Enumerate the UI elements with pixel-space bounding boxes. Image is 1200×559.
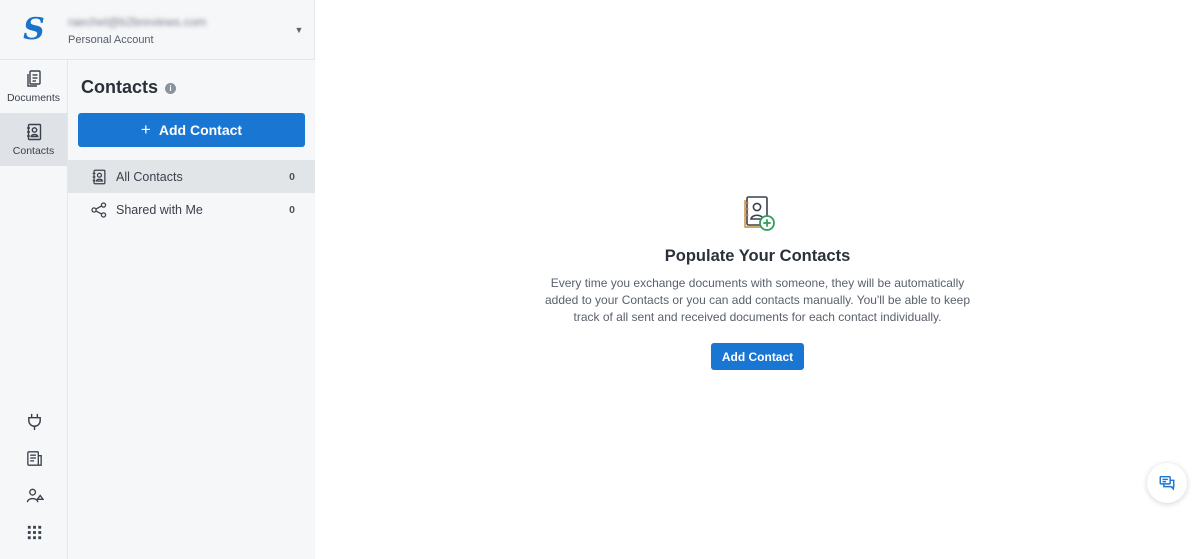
empty-state-description: Every time you exchange documents with s… <box>544 276 970 324</box>
integrations-button[interactable] <box>0 403 68 440</box>
share-icon <box>91 201 107 218</box>
page-title: Contacts <box>81 77 159 97</box>
chat-icon <box>1159 475 1175 491</box>
contacts-filter-list: All Contacts 0 Shared with Me 0 <box>68 160 315 226</box>
list-item-all-contacts[interactable]: All Contacts 0 <box>68 160 315 193</box>
documents-icon <box>26 70 41 87</box>
rail-label-documents: Documents <box>6 92 61 104</box>
list-item-count: 0 <box>289 203 295 216</box>
add-contact-icon <box>743 196 775 231</box>
templates-icon <box>26 451 42 466</box>
empty-state: Populate Your Contacts Every time you ex… <box>315 193 1200 370</box>
contacts-panel: Contacts i + Add Contact All Contacts 0 <box>68 60 315 559</box>
rail-item-contacts[interactable]: Contacts <box>0 113 67 166</box>
integrations-icon <box>27 413 41 431</box>
account-header[interactable]: S raechel@b2breviews.com Personal Accoun… <box>0 0 315 60</box>
empty-state-title: Populate Your Contacts <box>664 247 851 265</box>
panel-header: Contacts i <box>68 60 315 113</box>
contacts-icon <box>26 123 41 141</box>
app-logo[interactable]: S <box>0 12 68 47</box>
list-item-label: Shared with Me <box>116 202 203 217</box>
add-contact-button[interactable]: + Add Contact <box>78 113 305 147</box>
apps-button[interactable] <box>0 514 68 551</box>
rail-label-contacts: Contacts <box>12 145 55 157</box>
account-email: raechel@b2breviews.com <box>68 15 207 29</box>
list-item-count: 0 <box>289 170 295 183</box>
templates-button[interactable] <box>0 440 68 477</box>
rail-bottom-icons <box>0 403 68 551</box>
team-button[interactable] <box>0 477 68 514</box>
rail-item-documents[interactable]: Documents <box>0 60 67 113</box>
account-type: Personal Account <box>68 34 154 46</box>
team-icon <box>26 488 44 503</box>
account-info: raechel@b2breviews.com Personal Account <box>68 13 284 46</box>
left-rail: Documents Contacts <box>0 60 68 559</box>
apps-grid-icon <box>27 525 41 540</box>
list-item-shared-with-me[interactable]: Shared with Me 0 <box>68 193 315 226</box>
empty-add-contact-button[interactable]: Add Contact <box>710 343 805 370</box>
contacts-icon <box>92 169 106 184</box>
caret-down-icon[interactable]: ▼ <box>284 25 314 35</box>
plus-icon: + <box>140 120 151 139</box>
info-icon[interactable]: i <box>165 83 177 94</box>
add-contact-label: Add Contact <box>158 122 243 138</box>
main-content: Populate Your Contacts Every time you ex… <box>315 0 1200 559</box>
chat-button[interactable] <box>1147 463 1187 503</box>
list-item-label: All Contacts <box>116 169 183 184</box>
